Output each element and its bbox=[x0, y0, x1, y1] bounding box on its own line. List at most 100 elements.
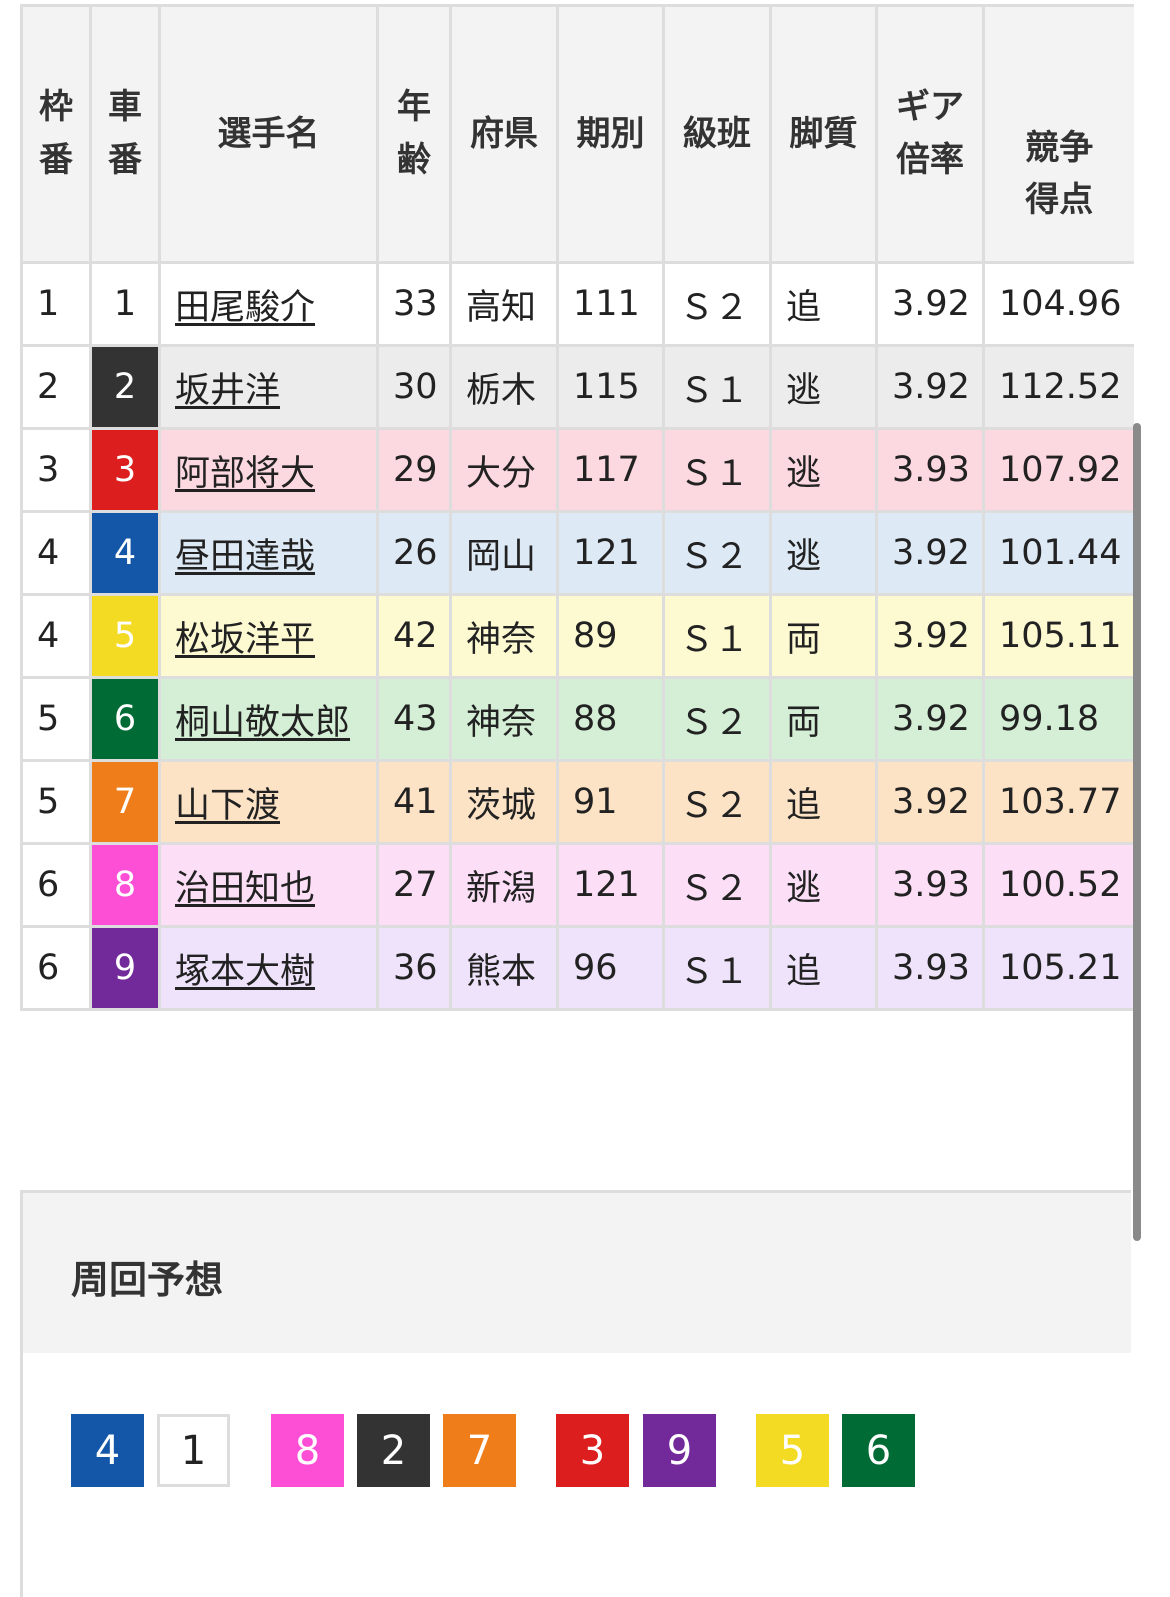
cell-pref: 茨城 bbox=[449, 759, 559, 845]
forecast-car-badge: 8 bbox=[271, 1414, 344, 1487]
car-number-badge: 9 bbox=[89, 925, 161, 1011]
racer-name-link[interactable]: 塚本大樹 bbox=[175, 952, 315, 992]
cell-class: Ｓ２ bbox=[662, 261, 772, 347]
cell-name: 昼田達哉 bbox=[158, 510, 379, 596]
cell-term: 117 bbox=[556, 427, 665, 513]
racer-name-link[interactable]: 田尾駿介 bbox=[175, 288, 315, 328]
cell-pref: 大分 bbox=[449, 427, 559, 513]
cell-class: Ｓ１ bbox=[662, 925, 772, 1011]
cell-class: Ｓ２ bbox=[662, 510, 772, 596]
table-row: 6 9 塚本大樹 36 熊本 96 Ｓ１ 追 3.93 105.21 bbox=[20, 925, 1134, 1011]
cell-score: 112.52 bbox=[982, 344, 1134, 430]
cell-pref: 熊本 bbox=[449, 925, 559, 1011]
entry-table: 枠番 車番 選手名 年齢 府県 期別 級班 脚質 ギア 倍率 競争 得点 1 1 田尾駿… bbox=[20, 4, 1134, 1011]
forecast-car-badge: 5 bbox=[756, 1414, 829, 1487]
table-row: 6 8 治田知也 27 新潟 121 Ｓ２ 逃 3.93 100.52 bbox=[20, 842, 1134, 928]
table-row: 4 4 昼田達哉 26 岡山 121 Ｓ２ 逃 3.92 101.44 bbox=[20, 510, 1134, 596]
cell-frame: 5 bbox=[20, 759, 92, 845]
cell-score: 104.96 bbox=[982, 261, 1134, 347]
cell-age: 30 bbox=[376, 344, 452, 430]
cell-term: 96 bbox=[556, 925, 665, 1011]
cell-term: 121 bbox=[556, 510, 665, 596]
header-gear: ギア 倍率 bbox=[875, 4, 985, 264]
cell-term: 115 bbox=[556, 344, 665, 430]
cell-frame: 2 bbox=[20, 344, 92, 430]
cell-score: 101.44 bbox=[982, 510, 1134, 596]
cell-style: 逃 bbox=[769, 842, 878, 928]
forecast-car-badge: 7 bbox=[443, 1414, 516, 1487]
scrollbar[interactable] bbox=[1133, 423, 1141, 1241]
cell-style: 追 bbox=[769, 759, 878, 845]
car-number-badge: 5 bbox=[89, 593, 161, 679]
cell-style: 逃 bbox=[769, 344, 878, 430]
table-row: 5 6 桐山敬太郎 43 神奈 88 Ｓ２ 両 3.92 99.18 bbox=[20, 676, 1134, 762]
header-class: 級班 bbox=[662, 4, 772, 264]
cell-gear: 3.93 bbox=[875, 427, 985, 513]
racer-name-link[interactable]: 昼田達哉 bbox=[175, 537, 315, 577]
forecast-car-badge: 1 bbox=[157, 1414, 230, 1487]
lap-forecast-title: 周回予想 bbox=[23, 1193, 1131, 1353]
cell-gear: 3.92 bbox=[875, 676, 985, 762]
cell-pref: 高知 bbox=[449, 261, 559, 347]
car-number-badge: 4 bbox=[89, 510, 161, 596]
cell-frame: 4 bbox=[20, 593, 92, 679]
racer-name-link[interactable]: 治田知也 bbox=[175, 869, 315, 909]
cell-gear: 3.92 bbox=[875, 759, 985, 845]
racer-name-link[interactable]: 松坂洋平 bbox=[175, 620, 315, 660]
racer-name-link[interactable]: 坂井洋 bbox=[175, 371, 280, 411]
cell-term: 111 bbox=[556, 261, 665, 347]
cell-term: 88 bbox=[556, 676, 665, 762]
cell-style: 逃 bbox=[769, 427, 878, 513]
cell-style: 追 bbox=[769, 925, 878, 1011]
cell-age: 36 bbox=[376, 925, 452, 1011]
cell-name: 坂井洋 bbox=[158, 344, 379, 430]
cell-name: 治田知也 bbox=[158, 842, 379, 928]
cell-term: 121 bbox=[556, 842, 665, 928]
cell-score: 100.52 bbox=[982, 842, 1134, 928]
cell-gear: 3.92 bbox=[875, 510, 985, 596]
cell-frame: 4 bbox=[20, 510, 92, 596]
cell-age: 27 bbox=[376, 842, 452, 928]
lap-forecast-lineup: 418273956 bbox=[23, 1353, 1131, 1553]
cell-score: 105.11 bbox=[982, 593, 1134, 679]
cell-pref: 新潟 bbox=[449, 842, 559, 928]
cell-frame: 6 bbox=[20, 842, 92, 928]
cell-gear: 3.93 bbox=[875, 842, 985, 928]
cell-gear: 3.92 bbox=[875, 593, 985, 679]
car-number-badge: 1 bbox=[89, 261, 161, 347]
cell-class: Ｓ１ bbox=[662, 427, 772, 513]
cell-style: 両 bbox=[769, 676, 878, 762]
cell-class: Ｓ１ bbox=[662, 593, 772, 679]
cell-class: Ｓ２ bbox=[662, 842, 772, 928]
racer-name-link[interactable]: 阿部将大 bbox=[175, 454, 315, 494]
cell-pref: 岡山 bbox=[449, 510, 559, 596]
car-number-badge: 6 bbox=[89, 676, 161, 762]
cell-term: 89 bbox=[556, 593, 665, 679]
forecast-car-badge: 2 bbox=[357, 1414, 430, 1487]
header-style: 脚質 bbox=[769, 4, 878, 264]
car-number-badge: 2 bbox=[89, 344, 161, 430]
cell-name: 山下渡 bbox=[158, 759, 379, 845]
cell-frame: 1 bbox=[20, 261, 92, 347]
cell-name: 田尾駿介 bbox=[158, 261, 379, 347]
racer-name-link[interactable]: 桐山敬太郎 bbox=[175, 703, 350, 743]
table-row: 1 1 田尾駿介 33 高知 111 Ｓ２ 追 3.92 104.96 bbox=[20, 261, 1134, 347]
cell-class: Ｓ２ bbox=[662, 676, 772, 762]
cell-class: Ｓ１ bbox=[662, 344, 772, 430]
cell-style: 追 bbox=[769, 261, 878, 347]
cell-pref: 神奈 bbox=[449, 676, 559, 762]
racer-name-link[interactable]: 山下渡 bbox=[175, 786, 280, 826]
cell-score: 107.92 bbox=[982, 427, 1134, 513]
cell-gear: 3.92 bbox=[875, 344, 985, 430]
header-car: 車番 bbox=[89, 4, 161, 264]
cell-name: 松坂洋平 bbox=[158, 593, 379, 679]
table-row: 2 2 坂井洋 30 栃木 115 Ｓ１ 逃 3.92 112.52 bbox=[20, 344, 1134, 430]
cell-age: 26 bbox=[376, 510, 452, 596]
cell-score: 99.18 bbox=[982, 676, 1134, 762]
cell-frame: 5 bbox=[20, 676, 92, 762]
table-row: 3 3 阿部将大 29 大分 117 Ｓ１ 逃 3.93 107.92 bbox=[20, 427, 1134, 513]
cell-gear: 3.93 bbox=[875, 925, 985, 1011]
header-age: 年齢 bbox=[376, 4, 452, 264]
lap-forecast-panel: 周回予想 418273956 bbox=[20, 1190, 1131, 1597]
cell-age: 43 bbox=[376, 676, 452, 762]
